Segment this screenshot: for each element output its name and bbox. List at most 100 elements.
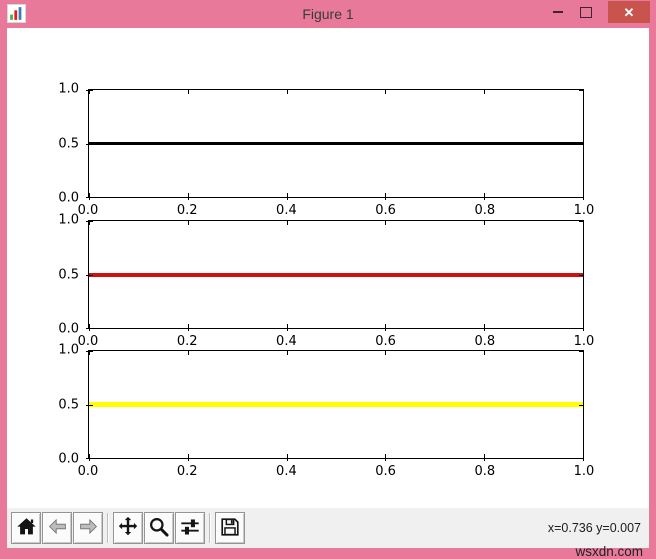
subplot-3: 0.0 0.2 0.4 0.6 0.8 1.0 0.0 0.5 1.0 (58, 343, 594, 480)
x-tick-mark (484, 454, 486, 461)
y-tick-mark (86, 221, 93, 222)
x-tick-mark (385, 193, 387, 200)
x-tick-label: 0.2 (176, 334, 198, 349)
x-tick-label: 0.4 (276, 203, 297, 218)
forward-button[interactable] (73, 512, 103, 544)
close-button[interactable]: ✕ (608, 1, 650, 23)
axes-area[interactable] (86, 220, 584, 331)
x-tick-mark (286, 351, 288, 355)
titlebar: Figure 1 ✕ (0, 0, 656, 28)
y-tick-mark (86, 274, 93, 276)
pan-arrows-icon (117, 516, 139, 541)
sliders-icon (179, 516, 201, 541)
x-tick-mark (385, 221, 387, 225)
y-tick-mark (579, 351, 583, 352)
data-line (89, 272, 583, 277)
window-controls: ✕ (544, 0, 651, 28)
y-tick-mark (579, 458, 583, 459)
subplot-1: 0.0 0.2 0.4 0.6 0.8 1.0 0.0 0.5 1.0 (58, 82, 594, 219)
axes-area[interactable] (86, 350, 584, 461)
y-tick-mark (86, 328, 93, 329)
x-tick-mark (286, 90, 288, 94)
forward-arrow-icon (78, 516, 99, 540)
y-tick-mark (86, 143, 93, 145)
x-tick-label: 1.0 (573, 464, 595, 479)
x-tick-mark (385, 90, 387, 94)
home-button[interactable] (11, 512, 41, 544)
toolbar-separator (107, 513, 108, 543)
axes-area[interactable] (86, 89, 584, 200)
y-tick-label: 0.5 (58, 136, 79, 151)
y-tick-mark (579, 221, 583, 222)
x-tick-label: 0.4 (276, 464, 297, 479)
x-tick-mark (286, 324, 288, 331)
back-button[interactable] (42, 512, 72, 544)
x-tick-label: 0.0 (77, 203, 99, 218)
zoom-button[interactable] (144, 512, 174, 544)
y-tick-label: 0.0 (58, 451, 79, 467)
maximize-icon (580, 6, 592, 18)
x-tick-mark (484, 90, 486, 94)
y-tick-mark (86, 351, 93, 352)
x-tick-label: 0.6 (375, 203, 396, 218)
x-tick-label: 0.2 (176, 203, 198, 218)
x-tick-mark (187, 193, 189, 200)
x-tick-mark (484, 324, 486, 331)
pan-button[interactable] (113, 512, 143, 544)
y-tick-mark (579, 197, 583, 198)
x-tick-mark (187, 90, 189, 94)
zoom-magnifier-icon (148, 516, 170, 541)
maximize-button[interactable] (572, 1, 600, 23)
x-tick-mark (484, 193, 486, 200)
data-line (89, 402, 583, 407)
x-tick-label: 0.8 (474, 334, 496, 349)
y-tick-mark (579, 404, 583, 406)
y-tick-mark (86, 90, 93, 91)
y-tick-mark (579, 143, 583, 145)
home-icon (16, 516, 37, 540)
x-tick-mark (187, 221, 189, 225)
x-tick-mark (385, 324, 387, 331)
close-icon: ✕ (623, 4, 635, 20)
x-tick-mark (484, 221, 486, 225)
x-tick-mark (187, 351, 189, 355)
subplot-2: 0.0 0.2 0.4 0.6 0.8 1.0 0.0 0.5 1.0 (58, 213, 594, 350)
back-arrow-icon (47, 516, 68, 540)
configure-subplots-button[interactable] (175, 512, 205, 544)
x-tick-mark (583, 324, 584, 331)
x-tick-mark (286, 454, 288, 461)
x-tick-label: 0.0 (77, 334, 99, 349)
toolbar-separator (209, 513, 210, 543)
x-tick-mark (484, 351, 486, 355)
x-tick-mark (385, 454, 387, 461)
x-tick-mark (583, 221, 584, 225)
save-floppy-icon (219, 516, 241, 541)
x-tick-label: 0.6 (375, 334, 396, 349)
y-tick-label: 0.0 (58, 190, 79, 206)
x-tick-label: 0.0 (77, 464, 99, 479)
figure-canvas: 0.0 0.2 0.4 0.6 0.8 1.0 0.0 0.5 1.0 0.0 0.2 0.4 0.6 0… (7, 28, 649, 508)
y-tick-label: 0.5 (58, 267, 79, 282)
x-tick-mark (187, 454, 189, 461)
x-tick-mark (583, 90, 584, 94)
x-tick-mark (583, 193, 584, 200)
x-tick-mark (583, 454, 584, 461)
toolbar: x=0.736 y=0.007 (7, 508, 649, 548)
x-tick-label: 0.6 (375, 464, 396, 479)
watermark: wsxdn.com (575, 544, 643, 559)
x-tick-label: 1.0 (573, 334, 595, 349)
x-tick-label: 0.8 (474, 464, 496, 479)
x-tick-label: 0.4 (276, 334, 297, 349)
x-tick-mark (187, 324, 189, 331)
x-tick-label: 0.2 (176, 464, 198, 479)
y-tick-label: 0.0 (58, 321, 79, 337)
minimize-button[interactable] (544, 1, 572, 23)
x-tick-label: 1.0 (573, 203, 595, 218)
y-tick-label: 1.0 (58, 342, 79, 358)
x-tick-mark (583, 351, 584, 355)
x-tick-label: 0.8 (474, 203, 496, 218)
y-tick-mark (579, 274, 583, 276)
minimize-icon (553, 11, 563, 13)
save-button[interactable] (215, 512, 245, 544)
y-tick-label: 1.0 (58, 81, 79, 97)
